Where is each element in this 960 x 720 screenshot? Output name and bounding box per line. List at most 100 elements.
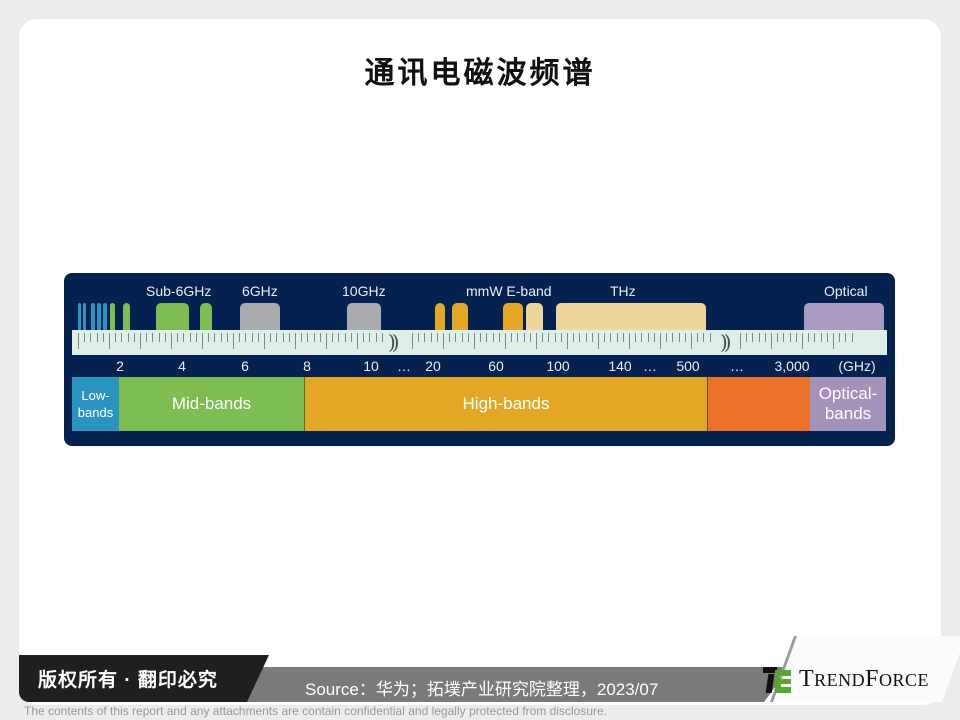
- ruler-tick: [245, 333, 246, 342]
- ruler-tick: [314, 333, 315, 342]
- ruler-tick: [424, 333, 425, 342]
- ruler-tick: [196, 333, 197, 342]
- ruler-tick: [752, 333, 753, 342]
- ruler-tick: [97, 333, 98, 342]
- ruler-tick: [276, 333, 277, 342]
- ruler-tick: [660, 333, 661, 349]
- ruler-tick: [623, 333, 624, 342]
- ruler-tick: [115, 333, 116, 342]
- ruler-tick: [382, 333, 383, 342]
- axis-tick-label: 20: [425, 358, 441, 374]
- ruler-tick: [635, 333, 636, 342]
- ruler-tick: [301, 333, 302, 342]
- ruler-tick: [592, 333, 593, 342]
- ruler-tick: [468, 333, 469, 342]
- mmw-block-2: [452, 303, 468, 333]
- ruler-tick: [449, 333, 450, 342]
- category-low-bands: Low-bands: [72, 377, 119, 431]
- ruler-tick: [641, 333, 642, 342]
- ruler-tick: [852, 333, 853, 342]
- ruler-tick: [783, 333, 784, 342]
- ruler-tick: [579, 333, 580, 342]
- band-label-thz: THz: [610, 283, 636, 299]
- ruler-tick: [474, 333, 475, 349]
- mmw-block-1: [435, 303, 445, 333]
- ruler-tick: [202, 333, 203, 349]
- ruler-tick: [345, 333, 346, 342]
- ruler-tick: [517, 333, 518, 342]
- mid-band-block-3: [156, 303, 189, 333]
- axis-tick-label: 60: [488, 358, 504, 374]
- ruler-tick: [443, 333, 444, 349]
- ruler-tick: [190, 333, 191, 342]
- low-band-block-2: [83, 303, 86, 333]
- ruler-tick: [610, 333, 611, 342]
- ruler-tick: [524, 333, 525, 342]
- band-label-optical: Optical: [824, 283, 868, 299]
- ruler-tick: [808, 333, 809, 342]
- ruler-tick: [283, 333, 284, 342]
- ruler-tick: [78, 333, 79, 349]
- category-thz-bands: [707, 377, 810, 431]
- axis-tick-label: 3,000: [774, 358, 810, 374]
- ruler-tick: [84, 333, 85, 342]
- ruler-tick: [530, 333, 531, 342]
- ruler-tick: [740, 333, 741, 349]
- axis-break-icon: )): [388, 330, 399, 354]
- ruler-tick: [839, 333, 840, 342]
- low-band-block-1: [78, 303, 81, 333]
- ruler-tick: [845, 333, 846, 342]
- category-label: Low-: [81, 388, 110, 403]
- ruler-tick: [771, 333, 772, 349]
- axis-tick-label: 8: [303, 358, 311, 374]
- ruler-tick: [746, 333, 747, 342]
- e-band-block-2: [526, 303, 543, 333]
- trendforce-logo: TRENDFORCE: [763, 666, 929, 693]
- ruler-tick: [499, 333, 500, 342]
- category-optical-bands: Optical-bands: [810, 377, 886, 431]
- ruler-tick: [814, 333, 815, 342]
- ruler-tick: [295, 333, 296, 349]
- ruler-tick: [227, 333, 228, 342]
- ruler-tick: [629, 333, 630, 349]
- ruler-tick: [239, 333, 240, 342]
- ruler-tick: [437, 333, 438, 342]
- ruler-tick: [109, 333, 110, 349]
- frequency-ruler: )) )): [72, 330, 887, 355]
- ruler-tick: [171, 333, 172, 349]
- ruler-tick: [573, 333, 574, 342]
- axis-unit-label: (GHz): [838, 358, 876, 374]
- category-label: High-bands: [462, 394, 550, 413]
- ruler-tick: [821, 333, 822, 342]
- ruler-tick: [233, 333, 234, 349]
- band-label-sub6ghz: Sub-6GHz: [146, 283, 212, 299]
- ruler-tick: [462, 333, 463, 342]
- band-label-6ghz: 6GHz: [242, 283, 278, 299]
- ruler-tick: [307, 333, 308, 342]
- ruler-tick: [418, 333, 419, 342]
- ruler-tick: [455, 333, 456, 342]
- low-band-block-4: [97, 303, 101, 333]
- ruler-tick: [121, 333, 122, 342]
- ruler-tick: [765, 333, 766, 342]
- ruler-tick: [672, 333, 673, 342]
- trendforce-logo-icon: [763, 666, 793, 693]
- ruler-tick: [103, 333, 104, 342]
- mid-band-block-4: [200, 303, 212, 333]
- band-6ghz-block: [240, 303, 280, 333]
- ruler-tick: [258, 333, 259, 342]
- ruler-tick: [703, 333, 704, 342]
- ruler-tick: [90, 333, 91, 342]
- axis-tick-label: 140: [608, 358, 632, 374]
- ruler-tick: [159, 333, 160, 342]
- ruler-tick: [140, 333, 141, 349]
- axis-tick-label: 6: [241, 358, 249, 374]
- ruler-tick: [146, 333, 147, 342]
- ruler-tick: [567, 333, 568, 349]
- ruler-tick: [134, 333, 135, 342]
- category-high-bands: High-bands: [304, 377, 707, 431]
- ruler-tick: [759, 333, 760, 342]
- ruler-tick: [369, 333, 370, 342]
- ruler-tick: [431, 333, 432, 342]
- logo-wordmark: TRENDFORCE: [799, 666, 930, 692]
